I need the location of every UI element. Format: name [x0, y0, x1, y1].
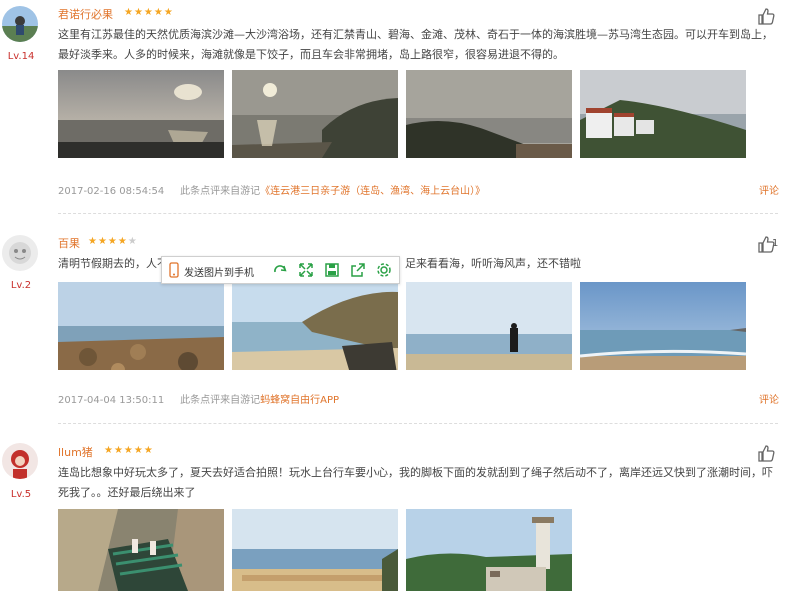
- source-link[interactable]: 《连云港三日亲子游（连岛、渔湾、海上云台山）》: [260, 186, 485, 197]
- expand-icon[interactable]: [298, 262, 314, 278]
- review-photo[interactable]: [580, 282, 746, 370]
- like-count: 1: [772, 238, 779, 249]
- send-to-phone-button[interactable]: 发送图片到手机: [184, 264, 254, 279]
- user-level: Lv.2: [10, 280, 32, 291]
- review-meta: 2017-04-04 13:50:11 此条点评来自游记蚂蜂窝自由行APP: [58, 391, 339, 406]
- avatar[interactable]: [2, 235, 38, 271]
- rating-stars: ★★★★★: [124, 7, 174, 18]
- divider: [58, 213, 778, 214]
- avatar[interactable]: [2, 6, 38, 42]
- review-meta: 2017-02-16 08:54:54 此条点评来自游记《连云港三日亲子游（连岛…: [58, 182, 485, 197]
- avatar[interactable]: [2, 443, 38, 479]
- review-photo[interactable]: [232, 282, 398, 370]
- refresh-icon[interactable]: [272, 262, 288, 278]
- source-link[interactable]: 蚂蜂窝自由行APP: [260, 395, 339, 406]
- review-text: 连岛比想象中好玩太多了，夏天去好适合拍照！玩水上台行车要小心，我的脚板下面的发就…: [58, 466, 773, 499]
- review-photo[interactable]: [58, 509, 224, 591]
- review-source-prefix: 此条点评来自游记: [180, 186, 261, 197]
- user-level: Lv.5: [10, 489, 32, 500]
- comment-link[interactable]: 评论: [759, 182, 779, 197]
- username[interactable]: 百果: [58, 235, 80, 251]
- username[interactable]: 君诺行必果: [58, 6, 113, 22]
- review-photo[interactable]: [406, 70, 572, 158]
- share-icon[interactable]: [350, 262, 366, 278]
- review-photo[interactable]: [232, 509, 398, 591]
- comment-link[interactable]: 评论: [759, 391, 779, 406]
- rating-stars: ★★★★★: [104, 445, 154, 456]
- review-source-prefix: 此条点评来自游记: [180, 395, 261, 406]
- review-photo[interactable]: [406, 509, 572, 591]
- review-text: 这里有江苏最佳的天然优质海滨沙滩—大沙湾浴场，还有汇禁青山、碧海、金滩、茂林、奇…: [58, 28, 773, 61]
- review-photo[interactable]: [58, 282, 224, 370]
- rating-stars: ★★★★★: [88, 236, 138, 247]
- user-level: Lv.14: [7, 51, 35, 62]
- settings-icon[interactable]: [376, 262, 392, 278]
- review-text-part: 清明节假期去的，人不: [58, 257, 168, 270]
- review-time: 2017-04-04 13:50:11: [58, 395, 165, 406]
- image-action-toolbar: 发送图片到手机: [161, 256, 400, 284]
- review-photo[interactable]: [232, 70, 398, 158]
- review-photo[interactable]: [580, 70, 746, 158]
- review-text-part: 足来看看海，听听海风声，还不错啦: [405, 257, 581, 270]
- review-time: 2017-02-16 08:54:54: [58, 186, 165, 197]
- phone-icon: [167, 262, 183, 278]
- divider: [58, 423, 778, 424]
- username[interactable]: llum猪: [58, 444, 93, 460]
- save-icon[interactable]: [324, 262, 340, 278]
- review-photo[interactable]: [406, 282, 572, 370]
- review-photo[interactable]: [58, 70, 224, 158]
